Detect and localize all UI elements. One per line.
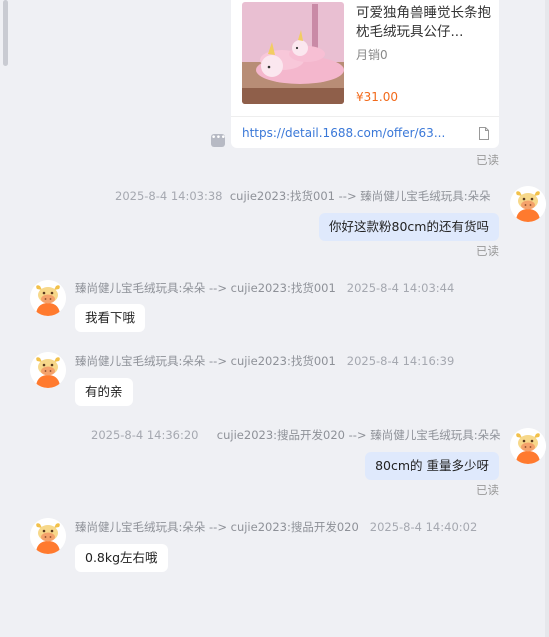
ox-avatar-icon[interactable] [30, 352, 66, 388]
more-dots-icon[interactable]: ••• [211, 134, 226, 147]
message-meta: 臻尚健儿宝毛绒玩具:朵朵 --> cujie2023:找货001 2025-8-… [75, 280, 454, 296]
message-route: 臻尚健儿宝毛绒玩具:朵朵 --> cujie2023:找货001 [75, 354, 336, 368]
message-time: 2025-8-4 14:03:38 [115, 189, 223, 203]
read-status: 已读 [476, 153, 499, 167]
product-link[interactable]: https://detail.1688.com/offer/63... [242, 126, 470, 140]
message-meta: 臻尚健儿宝毛绒玩具:朵朵 --> cujie2023:搜品开发020 2025-… [75, 519, 477, 535]
message-time: 2025-8-4 14:16:39 [346, 354, 455, 368]
message-time: 2025-8-4 14:36:20 [91, 428, 199, 442]
product-sales: 月销0 [356, 48, 388, 62]
product-image [242, 2, 344, 104]
message-route: cujie2023:搜品开发020 --> 臻尚健儿宝毛绒玩具:朵朵 [216, 428, 501, 442]
product-price: ¥31.00 [356, 90, 398, 104]
scroll-track [545, 0, 549, 637]
message-meta: 2025-8-4 14:36:20 cujie2023:搜品开发020 --> … [91, 427, 501, 443]
ox-avatar-icon[interactable] [30, 280, 66, 316]
message-bubble: 你好这款粉80cm的还有货吗 [319, 213, 499, 241]
message-time: 2025-8-4 14:03:44 [346, 281, 455, 295]
card-divider [231, 116, 499, 117]
message-route: cujie2023:找货001 --> 臻尚健儿宝毛绒玩具:朵朵 [229, 189, 491, 203]
scrollbar-thumb[interactable] [3, 0, 8, 66]
read-status: 已读 [476, 483, 499, 497]
message-route: 臻尚健儿宝毛绒玩具:朵朵 --> cujie2023:找货001 [75, 281, 336, 295]
message-time: 2025-8-4 14:40:02 [369, 520, 478, 534]
ox-avatar-icon[interactable] [30, 518, 66, 554]
message-meta: 臻尚健儿宝毛绒玩具:朵朵 --> cujie2023:找货001 2025-8-… [75, 353, 454, 369]
ox-avatar-icon[interactable] [510, 186, 546, 222]
message-bubble: 我看下哦 [75, 304, 146, 332]
product-card[interactable]: 可爱独角兽睡觉长条抱枕毛绒玩具公仔... 月销0 ¥31.00 https://… [231, 0, 499, 148]
message-bubble: 有的亲 [75, 378, 133, 406]
product-title[interactable]: 可爱独角兽睡觉长条抱枕毛绒玩具公仔... [356, 4, 491, 42]
message-meta: 2025-8-4 14:03:38 cujie2023:找货001 --> 臻尚… [115, 188, 491, 204]
message-bubble: 80cm的 重量多少呀 [365, 452, 499, 480]
message-bubble: 0.8kg左右哦 [75, 544, 168, 572]
document-icon[interactable] [479, 125, 489, 140]
ox-avatar-icon[interactable] [510, 428, 546, 464]
read-status: 已读 [476, 244, 499, 258]
message-route: 臻尚健儿宝毛绒玩具:朵朵 --> cujie2023:搜品开发020 [75, 520, 359, 534]
